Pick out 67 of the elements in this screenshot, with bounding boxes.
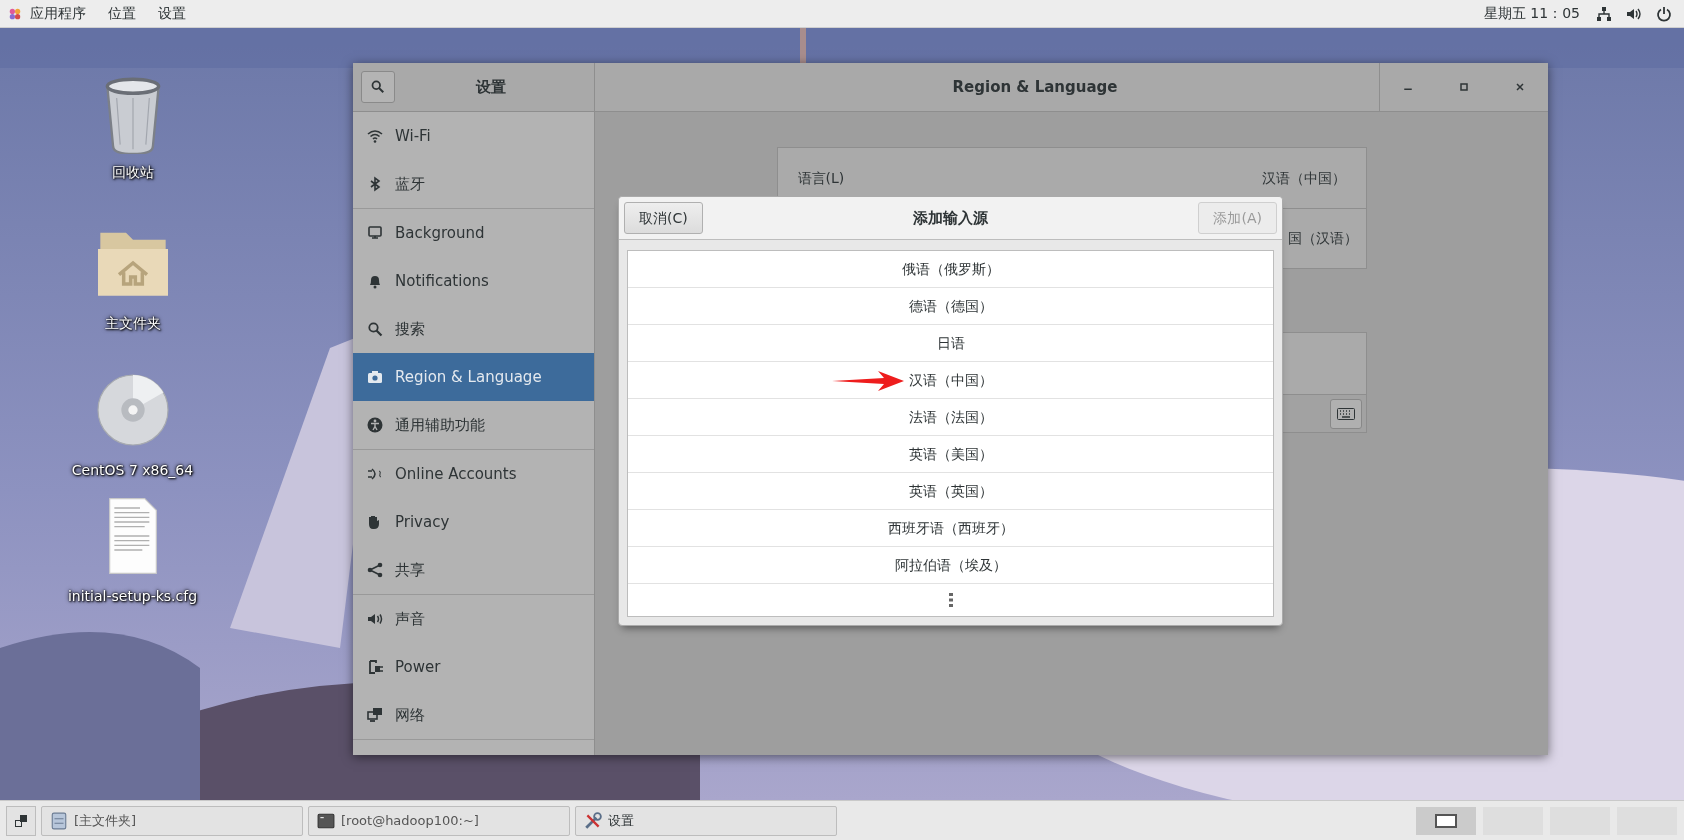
terminal-icon xyxy=(317,811,335,830)
sidebar-item[interactable]: Notifications xyxy=(353,257,594,305)
search-icon xyxy=(367,321,383,337)
search-icon xyxy=(371,80,385,94)
icon-label: 主文件夹 xyxy=(104,314,161,333)
more-icon[interactable] xyxy=(948,593,953,607)
language-item[interactable]: 德语（德国） xyxy=(908,295,993,317)
search-button[interactable] xyxy=(361,71,395,103)
sidebar-item[interactable]: 搜索 xyxy=(353,305,594,353)
tools-icon xyxy=(584,811,602,830)
keyboard-icon xyxy=(1336,407,1355,420)
plug-icon xyxy=(367,659,383,675)
network-icon xyxy=(1596,5,1612,22)
power-icon[interactable] xyxy=(1656,5,1672,22)
logo-icon xyxy=(8,6,22,21)
menu-item[interactable]: 应用程序 xyxy=(30,3,86,24)
sidebar-title: 设置 xyxy=(474,76,507,98)
language-item[interactable]: 俄语（俄罗斯） xyxy=(901,258,1000,280)
menu-item[interactable]: 位置 xyxy=(108,3,136,24)
language-item[interactable]: 日语 xyxy=(936,332,965,354)
workspace-button[interactable] xyxy=(1415,805,1477,836)
close-icon[interactable] xyxy=(1514,81,1526,93)
speaker-icon xyxy=(367,611,383,627)
setting-value: 国（汉语） xyxy=(1287,229,1358,248)
language-item[interactable]: 法语（法国） xyxy=(908,406,993,428)
sidebar-item[interactable]: Privacy xyxy=(353,498,594,546)
setting-label: 语言(L) xyxy=(797,168,845,188)
share-icon xyxy=(367,562,383,578)
monitor-icon xyxy=(367,225,383,241)
language-item[interactable]: 英语（美国） xyxy=(908,443,993,465)
cabinet-icon xyxy=(50,811,68,830)
sidebar-item[interactable]: 网络 xyxy=(353,691,594,739)
sidebar-item[interactable]: Power xyxy=(353,643,594,691)
icon-label: initial-setup-ks.cfg xyxy=(67,587,198,606)
sidebar-item[interactable]: 通用辅助功能 xyxy=(353,401,594,449)
accounts-icon xyxy=(367,466,383,482)
keyboard-button[interactable] xyxy=(1329,398,1362,429)
menu-item[interactable]: 设置 xyxy=(158,3,186,24)
task-button[interactable]: [主文件夹] xyxy=(41,805,303,836)
network-icon xyxy=(367,707,383,723)
sidebar-item[interactable]: 声音 xyxy=(353,595,594,643)
sidebar-item[interactable]: Wi-Fi xyxy=(353,112,594,160)
windows-icon xyxy=(15,814,27,827)
sidebar-item[interactable]: 蓝牙 xyxy=(353,160,594,208)
maximize-icon[interactable] xyxy=(1458,81,1470,93)
task-button[interactable]: 设置 xyxy=(575,805,837,836)
show-desktop-button[interactable] xyxy=(6,805,36,836)
accessibility-icon xyxy=(367,417,383,433)
sidebar-item[interactable]: Region & Language xyxy=(353,353,594,401)
language-item[interactable]: 汉语（中国） xyxy=(908,369,993,391)
dialog-title: 添加输入源 xyxy=(913,207,989,229)
setting-value: 汉语（中国） xyxy=(1261,168,1346,188)
task-button[interactable]: [root@hadoop100:~] xyxy=(308,805,570,836)
camera-icon xyxy=(367,369,383,385)
cancel-button[interactable]: 取消(C) xyxy=(624,202,703,234)
icon-label: 回收站 xyxy=(111,163,154,182)
icon-label: CentOS 7 x86_64 xyxy=(71,461,194,480)
sidebar-item[interactable]: Online Accounts xyxy=(353,450,594,498)
window-title: Region & Language xyxy=(951,76,1119,98)
language-item[interactable]: 西班牙语（西班牙） xyxy=(887,517,1014,539)
sidebar-item[interactable]: 共享 xyxy=(353,546,594,594)
language-item[interactable]: 阿拉伯语（埃及） xyxy=(894,554,1007,576)
sidebar-item[interactable]: Background xyxy=(353,209,594,257)
wifi-icon xyxy=(367,128,383,144)
clock[interactable]: 星期五 11：05 xyxy=(1483,3,1580,24)
language-item[interactable]: 英语（英国） xyxy=(908,480,993,502)
bell-icon xyxy=(367,273,383,289)
